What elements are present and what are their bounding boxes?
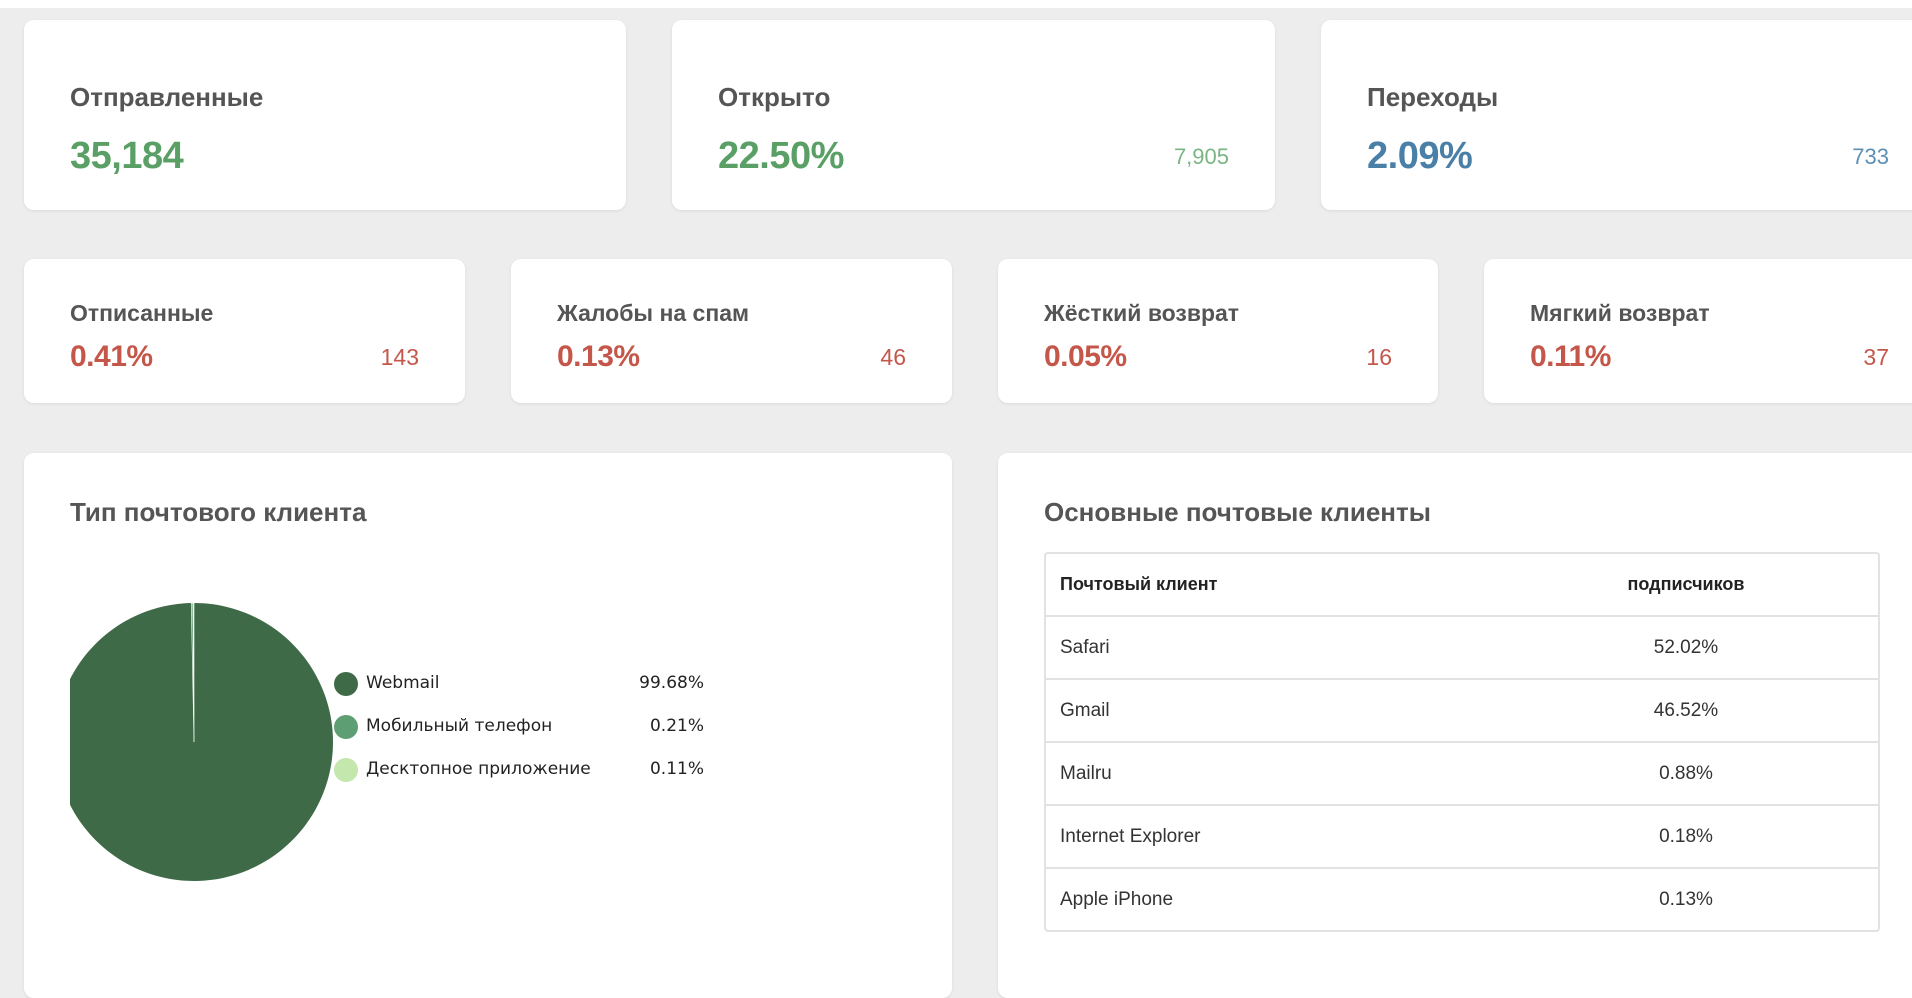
metric-count: 7,905 — [1173, 144, 1229, 169]
metric-value: 35,184 — [70, 135, 184, 177]
legend-swatch-icon — [334, 672, 358, 696]
column-header-client: Почтовый клиент — [1060, 574, 1218, 594]
column-header-subscribers: подписчиков — [1627, 574, 1745, 594]
legend-label: Мобильный телефон — [366, 716, 553, 736]
metric-card-clicks: Переходы 2.09% 733 — [1321, 20, 1912, 210]
client-name-cell: Mailru — [1060, 763, 1112, 784]
client-share-cell: 52.02% — [1653, 637, 1719, 658]
legend-value: 0.21% — [649, 716, 704, 736]
metric-card-soft-bounce: Мягкий возврат 0.11% 37 — [1484, 259, 1912, 403]
metric-card-spam: Жалобы на спам 0.13% 46 — [511, 259, 952, 403]
top-clients-panel: Основные почтовые клиенты Почтовый клиен… — [998, 453, 1912, 998]
clients-table: Почтовый клиент подписчиков Safari 52.02… — [1044, 552, 1880, 932]
pie-slice-1 — [70, 603, 333, 881]
panel-title: Тип почтового клиента — [70, 497, 367, 527]
table-row: Apple iPhone 0.13% — [1046, 869, 1878, 930]
metric-card-opened: Открыто 22.50% 7,905 — [672, 20, 1275, 210]
metric-count: 143 — [380, 344, 419, 370]
legend-item-webmail: Webmail 99.68% — [334, 669, 704, 712]
table-row: Gmail 46.52% — [1046, 680, 1878, 743]
legend-swatch-icon — [334, 715, 358, 739]
client-share-cell: 46.52% — [1653, 700, 1719, 721]
metric-value: 0.13% — [557, 340, 640, 373]
client-name-cell: Safari — [1060, 637, 1110, 658]
table-row: Mailru 0.88% — [1046, 743, 1878, 806]
metric-value: 0.11% — [1530, 340, 1611, 373]
client-name-cell: Internet Explorer — [1060, 826, 1201, 847]
client-name-cell: Apple iPhone — [1060, 889, 1174, 910]
client-share-cell: 0.88% — [1659, 763, 1713, 784]
metric-title: Жалобы на спам — [557, 300, 750, 326]
legend-label: Десктопное приложение — [366, 759, 591, 779]
pie-chart — [70, 603, 333, 881]
metric-value: 0.05% — [1044, 340, 1127, 373]
legend-item-mobile: Мобильный телефон 0.21% — [334, 712, 704, 755]
legend-item-desktop: Десктопное приложение 0.11% — [334, 755, 704, 798]
client-share-cell: 0.13% — [1659, 889, 1713, 910]
pie-legend: Webmail 99.68% Мобильный телефон 0.21% Д… — [334, 669, 704, 798]
legend-label: Webmail — [366, 673, 440, 693]
metric-value: 22.50% — [718, 135, 844, 177]
client-name-cell: Gmail — [1060, 700, 1110, 721]
metric-card-hard-bounce: Жёсткий возврат 0.05% 16 — [998, 259, 1438, 403]
metric-title: Переходы — [1367, 82, 1499, 112]
metric-count: 733 — [1852, 144, 1889, 169]
metric-count: 37 — [1863, 344, 1889, 370]
metric-title: Жёсткий возврат — [1044, 300, 1240, 326]
metric-title: Отправленные — [70, 82, 264, 112]
table-row: Safari 52.02% — [1046, 617, 1878, 680]
table-header-row: Почтовый клиент подписчиков — [1046, 554, 1878, 617]
top-strip — [0, 0, 1912, 8]
metric-value: 2.09% — [1367, 135, 1473, 177]
metric-count: 16 — [1366, 344, 1392, 370]
pie-chart-wrap — [70, 603, 338, 881]
metric-title: Открыто — [718, 82, 831, 112]
metric-value: 0.41% — [70, 340, 153, 373]
metric-card-sent: Отправленные 35,184 — [24, 20, 626, 210]
legend-swatch-icon — [334, 758, 358, 782]
metric-title: Мягкий возврат — [1530, 300, 1710, 326]
legend-value: 0.11% — [649, 759, 704, 779]
panel-title: Основные почтовые клиенты — [1044, 497, 1431, 527]
client-share-cell: 0.18% — [1659, 826, 1713, 847]
metric-count: 46 — [880, 344, 906, 370]
table-row: Internet Explorer 0.18% — [1046, 806, 1878, 869]
client-type-panel: Тип почтового клиента Webmail 99.68% Моб… — [24, 453, 952, 998]
metric-title: Отписанные — [70, 300, 214, 326]
legend-value: 99.68% — [639, 673, 704, 693]
metric-card-unsubscribed: Отписанные 0.41% 143 — [24, 259, 465, 403]
